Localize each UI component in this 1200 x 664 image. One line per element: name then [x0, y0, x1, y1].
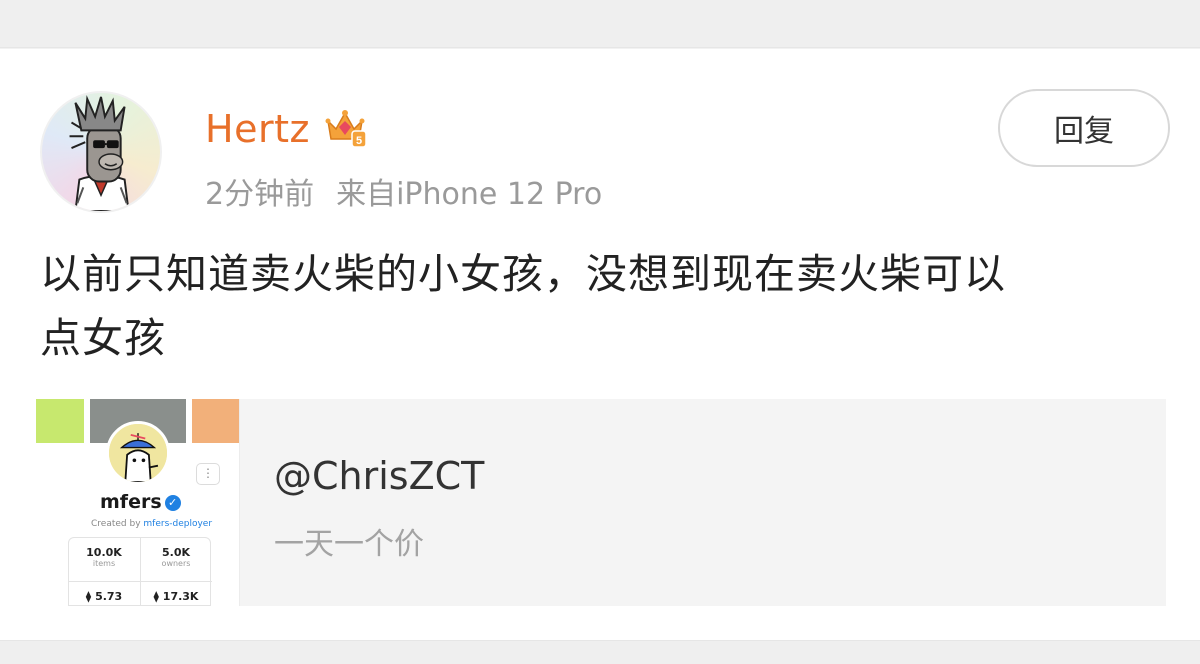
- stat-label: owners: [161, 559, 191, 568]
- collection-name: mfers ✓: [100, 491, 181, 513]
- stat-value-text: 5.73: [95, 590, 123, 603]
- svg-text:5: 5: [356, 135, 362, 147]
- username[interactable]: Hertz: [205, 107, 310, 151]
- link-title[interactable]: @ChrisZCT: [274, 454, 484, 498]
- eth-icon: ⧫: [85, 590, 96, 603]
- mfer-avatar-icon: [109, 424, 167, 482]
- stats-divider: [69, 581, 212, 582]
- stat-value: ⧫ 5.73: [69, 590, 139, 603]
- collection-avatar: [106, 421, 170, 485]
- stat-floor-price: ⧫ 5.73: [69, 590, 139, 603]
- crown-vip-icon: 5: [325, 110, 367, 148]
- stat-volume: ⧫ 17.3K: [141, 590, 211, 603]
- stat-label: items: [92, 559, 116, 568]
- stat-owners: 5.0K owners: [141, 546, 211, 568]
- link-thumbnail: ⋮ mfers ✓ Created by mfers-deployer 10.0K…: [36, 399, 240, 606]
- post-text-line: 点女孩: [40, 314, 166, 362]
- avatar-llama-icon: [69, 95, 130, 211]
- top-separator: [0, 0, 1200, 48]
- post-text[interactable]: 以前只知道卖火柴的小女孩，没想到现在卖火柴可以 点女孩: [40, 242, 1160, 370]
- stat-value-text: 17.3K: [162, 590, 199, 603]
- post-source: 来自iPhone 12 Pro: [336, 177, 603, 212]
- more-options-icon: ⋮: [196, 463, 220, 485]
- created-prefix: Created by: [91, 519, 141, 529]
- collection-name-text: mfers: [100, 491, 162, 513]
- creator-name: mfers-deployer: [143, 519, 213, 529]
- post-meta: 2分钟前 来自iPhone 12 Pro: [205, 169, 602, 213]
- verified-check-icon: ✓: [164, 495, 181, 511]
- bottom-separator: [0, 640, 1200, 664]
- stat-value: 10.0K: [86, 546, 122, 559]
- link-subtitle: 一天一个价: [274, 527, 424, 562]
- stat-items: 10.0K items: [69, 546, 139, 568]
- comment-card: Hertz 5 2分钟前 来自iPhone 12 Pro 回复 以前只知道卖火柴的…: [0, 49, 1200, 640]
- shared-link-card[interactable]: ⋮ mfers ✓ Created by mfers-deployer 10.0K…: [36, 399, 1166, 606]
- eth-icon: ⧫: [153, 590, 163, 603]
- banner-tile: [36, 399, 84, 443]
- collection-stats: 10.0K items 5.0K owners ⧫ 5.73 ⧫ 17.3K: [68, 537, 212, 606]
- stat-value: 5.0K: [161, 546, 190, 559]
- banner-tile: [192, 399, 239, 443]
- collection-creator: Created by mfers-deployer: [91, 519, 212, 529]
- stat-value: ⧫ 17.3K: [141, 590, 211, 603]
- user-avatar[interactable]: [40, 91, 162, 213]
- post-text-line: 以前只知道卖火柴的小女孩，没想到现在卖火柴可以: [40, 250, 1006, 298]
- post-time: 2分钟前: [205, 177, 315, 212]
- reply-button[interactable]: 回复: [998, 89, 1170, 167]
